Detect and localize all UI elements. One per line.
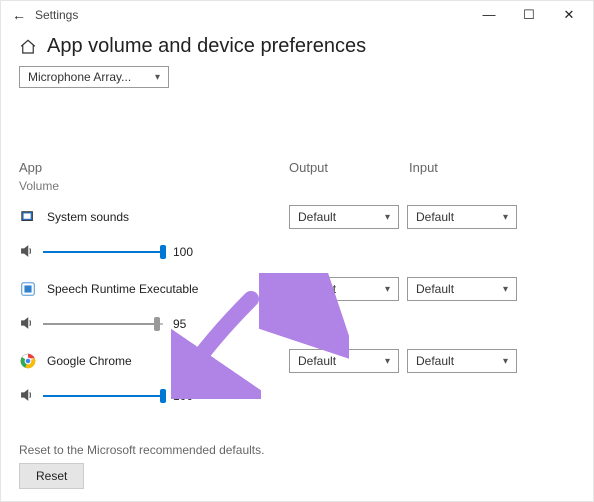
slider-value: 100 xyxy=(173,245,193,259)
input-device-row: Microphone Array... ▾ xyxy=(1,62,593,88)
slider-track[interactable] xyxy=(43,316,163,332)
input-select-speech-runtime[interactable]: Default ▾ xyxy=(407,277,517,301)
app-name: Settings xyxy=(33,8,469,22)
maximize-button[interactable]: ☐ xyxy=(509,7,549,23)
output-value: Default xyxy=(298,282,336,296)
volume-slider-google-chrome[interactable]: 100 xyxy=(19,387,575,405)
input-value: Default xyxy=(416,210,454,224)
col-input-header: Input xyxy=(409,160,529,175)
volume-slider-speech-runtime[interactable]: 95 xyxy=(19,315,575,333)
window-controls: — ☐ ✕ xyxy=(469,7,589,23)
page-header: App volume and device preferences xyxy=(1,29,593,62)
input-value: Default xyxy=(416,282,454,296)
titlebar: ← Settings — ☐ ✕ xyxy=(1,1,593,29)
page-title: App volume and device preferences xyxy=(47,35,366,58)
app-row-system-sounds: System sounds Default ▾ Default ▾ xyxy=(19,205,575,229)
output-select-system-sounds[interactable]: Default ▾ xyxy=(289,205,399,229)
speaker-icon[interactable] xyxy=(19,315,37,333)
input-device-combo[interactable]: Microphone Array... ▾ xyxy=(19,66,169,88)
output-select-speech-runtime[interactable]: Default ▾ xyxy=(289,277,399,301)
slider-track[interactable] xyxy=(43,388,163,404)
chevron-down-icon: ▾ xyxy=(155,72,160,83)
input-value: Default xyxy=(416,354,454,368)
col-output-header: Output xyxy=(289,160,409,175)
app-row-speech-runtime: Speech Runtime Executable Default ▾ Defau… xyxy=(19,277,575,301)
output-select-google-chrome[interactable]: Default ▾ xyxy=(289,349,399,373)
speech-runtime-icon xyxy=(19,280,37,298)
input-device-value: Microphone Array... xyxy=(28,70,131,84)
home-icon[interactable] xyxy=(19,38,37,56)
close-button[interactable]: ✕ xyxy=(549,7,589,23)
slider-track[interactable] xyxy=(43,244,163,260)
chevron-down-icon: ▾ xyxy=(503,356,508,367)
apps-section: System sounds Default ▾ Default ▾ 100 Spee… xyxy=(1,205,593,405)
back-button[interactable]: ← xyxy=(5,7,33,23)
speaker-icon[interactable] xyxy=(19,387,37,405)
app-name-label: Speech Runtime Executable xyxy=(47,282,198,296)
app-name-label: Google Chrome xyxy=(47,354,132,368)
input-select-system-sounds[interactable]: Default ▾ xyxy=(407,205,517,229)
slider-value: 100 xyxy=(173,389,193,403)
input-select-google-chrome[interactable]: Default ▾ xyxy=(407,349,517,373)
chevron-down-icon: ▾ xyxy=(385,212,390,223)
column-headers: App Output Input xyxy=(1,160,593,175)
volume-label: Volume xyxy=(1,175,593,199)
output-value: Default xyxy=(298,354,336,368)
app-row-google-chrome: Google Chrome Default ▾ Default ▾ xyxy=(19,349,575,373)
chevron-down-icon: ▾ xyxy=(385,284,390,295)
app-name-label: System sounds xyxy=(47,210,129,224)
output-value: Default xyxy=(298,210,336,224)
speaker-icon[interactable] xyxy=(19,243,37,261)
chevron-down-icon: ▾ xyxy=(503,212,508,223)
google-chrome-icon xyxy=(19,352,37,370)
footer: Reset to the Microsoft recommended defau… xyxy=(19,443,264,489)
system-sounds-icon xyxy=(19,208,37,226)
slider-value: 95 xyxy=(173,317,186,331)
minimize-button[interactable]: — xyxy=(469,7,509,23)
col-app-header: App xyxy=(19,160,289,175)
reset-button[interactable]: Reset xyxy=(19,463,84,489)
volume-slider-system-sounds[interactable]: 100 xyxy=(19,243,575,261)
chevron-down-icon: ▾ xyxy=(503,284,508,295)
chevron-down-icon: ▾ xyxy=(385,356,390,367)
footer-text: Reset to the Microsoft recommended defau… xyxy=(19,443,264,457)
